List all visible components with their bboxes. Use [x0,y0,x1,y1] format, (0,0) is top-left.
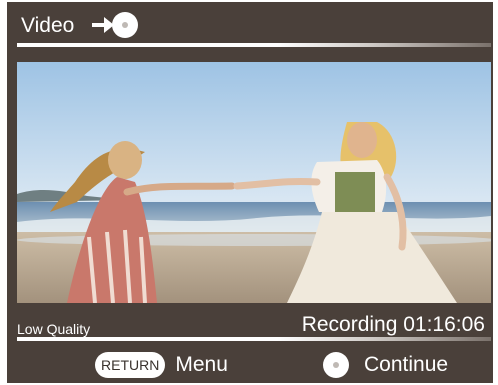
video-frame-image [17,62,491,303]
disc-button-icon [323,352,349,378]
status-divider [17,337,491,341]
title-bar: Video [7,2,493,46]
quality-label: Low Quality [17,321,91,337]
status-bar: Low Quality Recording 01:16:06 [7,307,493,341]
return-key-label: RETURN [95,352,166,378]
title-divider [17,43,491,47]
page-title: Video [21,14,75,37]
continue-button[interactable]: Continue [322,352,448,378]
footer-controls: RETURN Menu Continue [7,347,493,383]
video-recording-screen: Video Low Quality Recording 01:16:06 RET… [0,0,498,385]
screen-frame: Video Low Quality Recording 01:16:06 RET… [7,2,493,383]
disc-play-icon [92,12,138,38]
video-preview [17,62,491,303]
continue-label: Continue [364,353,449,376]
menu-label: Menu [175,353,228,376]
recording-timer: Recording 01:16:06 [301,313,485,336]
return-menu-button[interactable]: RETURN Menu [95,352,228,378]
